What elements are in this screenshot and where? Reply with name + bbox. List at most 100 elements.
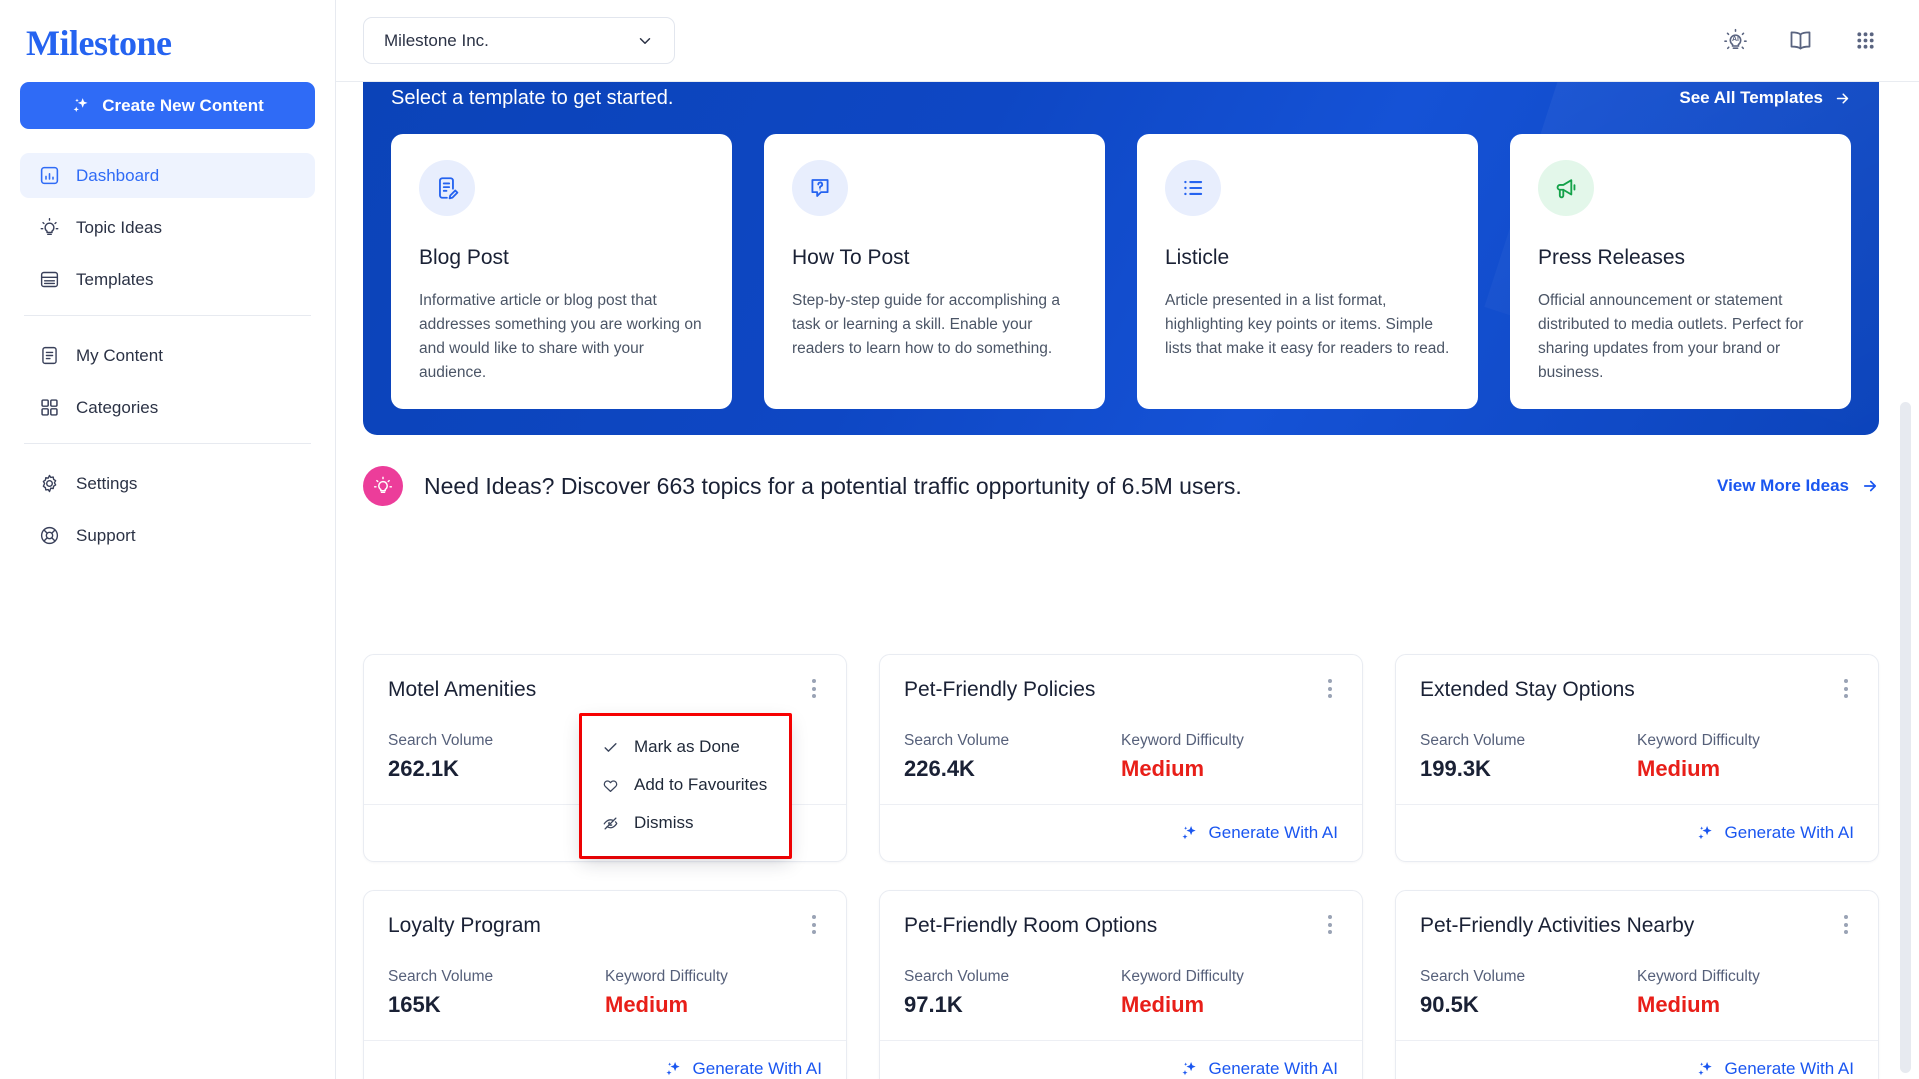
context-menu-item-mark-as-done[interactable]: Mark as Done xyxy=(582,728,789,766)
brand-logo: Milestone xyxy=(26,23,172,63)
generate-with-ai-button[interactable]: Generate With AI xyxy=(1180,823,1338,843)
idea-card-header: Loyalty Program xyxy=(388,913,822,938)
kebab-menu-icon[interactable] xyxy=(806,677,822,700)
view-more-ideas-label: View More Ideas xyxy=(1717,476,1849,495)
idea-card-title: Pet-Friendly Room Options xyxy=(904,914,1158,938)
template-card-blog-post[interactable]: Blog Post Informative article or blog po… xyxy=(391,134,732,410)
generate-with-ai-button[interactable]: Generate With AI xyxy=(664,1059,822,1079)
idea-card-stats: Search Volume 165K Keyword Difficulty Me… xyxy=(388,968,822,1018)
keyword-difficulty-value: Medium xyxy=(1121,992,1205,1018)
kebab-menu-icon[interactable] xyxy=(1322,913,1338,936)
lifebuoy-icon xyxy=(38,525,60,547)
sidebar-divider-1 xyxy=(24,315,311,316)
idea-card-stats: Search Volume 90.5K Keyword Difficulty M… xyxy=(1420,968,1854,1018)
keyword-difficulty-value: Medium xyxy=(605,992,689,1018)
sidebar-item-dashboard[interactable]: Dashboard xyxy=(20,153,315,198)
scroll-container: Select a template to get started. See Al… xyxy=(336,82,1919,1079)
keyword-difficulty-stat: Keyword Difficulty Medium xyxy=(605,968,822,1018)
ai-assist-icon[interactable]: AI xyxy=(1722,27,1749,54)
template-card-listicle[interactable]: Listicle Article presented in a list for… xyxy=(1137,134,1478,410)
idea-card-footer: Generate With AI xyxy=(1396,804,1878,861)
eye-off-icon xyxy=(602,815,619,832)
search-volume-label: Search Volume xyxy=(904,732,1010,750)
gear-icon xyxy=(38,473,60,495)
idea-card-title: Extended Stay Options xyxy=(1420,678,1635,701)
sidebar-item-label: Support xyxy=(76,525,136,545)
idea-card-body: Pet-Friendly Activities Nearby Search Vo… xyxy=(1396,891,1878,1040)
sidebar-item-settings[interactable]: Settings xyxy=(20,461,315,506)
idea-card-footer: Generate With AI xyxy=(364,1040,846,1079)
create-new-content-button[interactable]: Create New Content xyxy=(20,82,315,129)
idea-card[interactable]: Pet-Friendly Activities Nearby Search Vo… xyxy=(1395,890,1879,1079)
sidebar-item-label: Categories xyxy=(76,397,159,417)
context-menu-item-add-to-favourites[interactable]: Add to Favourites xyxy=(582,766,789,804)
bullet-list-icon xyxy=(1165,160,1221,216)
idea-card-footer: Generate With AI xyxy=(880,1040,1362,1079)
book-icon[interactable] xyxy=(1787,27,1814,54)
app-root: Milestone Create New Content Dashboard T… xyxy=(0,0,1919,1079)
view-more-ideas-link[interactable]: View More Ideas xyxy=(1717,476,1879,496)
svg-text:AI: AI xyxy=(1732,36,1739,43)
arrow-right-icon xyxy=(1834,90,1851,107)
kebab-menu-icon[interactable] xyxy=(806,913,822,936)
idea-card[interactable]: Pet-Friendly Room Options Search Volume … xyxy=(879,890,1363,1079)
idea-card[interactable]: Extended Stay Options Search Volume 199.… xyxy=(1395,654,1879,863)
generate-with-ai-label: Generate With AI xyxy=(1208,1059,1338,1079)
generate-with-ai-button[interactable]: Generate With AI xyxy=(1696,1059,1854,1079)
idea-card-stats: Search Volume 97.1K Keyword Difficulty M… xyxy=(904,968,1338,1018)
idea-card-header: Extended Stay Options xyxy=(1420,677,1854,702)
sidebar-item-label: Dashboard xyxy=(76,165,160,185)
idea-card-title: Pet-Friendly Policies xyxy=(904,678,1096,701)
keyword-difficulty-label: Keyword Difficulty xyxy=(1121,732,1244,750)
sidebar-nav: Dashboard Topic Ideas Templates My Conte… xyxy=(20,153,315,558)
see-all-templates-link[interactable]: See All Templates xyxy=(1679,88,1851,108)
sidebar-item-my-content[interactable]: My Content xyxy=(20,333,315,378)
apps-grid-icon[interactable] xyxy=(1852,27,1879,54)
idea-card-stats: Search Volume 199.3K Keyword Difficulty … xyxy=(1420,732,1854,782)
keyword-difficulty-stat: Keyword Difficulty Medium xyxy=(1637,968,1854,1018)
top-bar-actions: AI xyxy=(1722,27,1879,54)
sidebar-item-support[interactable]: Support xyxy=(20,513,315,558)
search-volume-label: Search Volume xyxy=(388,968,494,986)
generate-with-ai-button[interactable]: Generate With AI xyxy=(1696,823,1854,843)
idea-card-body: Loyalty Program Search Volume 165K Keywo… xyxy=(364,891,846,1040)
template-card-description: Official announcement or statement distr… xyxy=(1538,292,1804,382)
see-all-templates-label: See All Templates xyxy=(1679,88,1823,107)
question-bubble-icon xyxy=(792,160,848,216)
templates-banner: Select a template to get started. See Al… xyxy=(363,82,1879,435)
template-card-press-releases[interactable]: Press Releases Official announcement or … xyxy=(1510,134,1851,410)
organization-selector[interactable]: Milestone Inc. xyxy=(363,17,675,64)
kebab-menu-icon[interactable] xyxy=(1322,677,1338,700)
idea-card-footer: Generate With AI xyxy=(880,804,1362,861)
search-volume-value: 97.1K xyxy=(904,992,963,1018)
keyword-difficulty-stat: Keyword Difficulty Medium xyxy=(1121,732,1338,782)
create-new-content-label: Create New Content xyxy=(102,95,264,115)
keyword-difficulty-label: Keyword Difficulty xyxy=(605,968,728,986)
sidebar-item-templates[interactable]: Templates xyxy=(20,257,315,302)
kebab-menu-icon[interactable] xyxy=(1838,913,1854,936)
kebab-menu-icon[interactable] xyxy=(1838,677,1854,700)
idea-card-context-menu-wrapper: Mark as Done Add to Favourites Dismiss xyxy=(579,713,793,859)
idea-card[interactable]: Motel Amenities Search Volume 262.1K Key… xyxy=(363,654,847,863)
search-volume-value: 262.1K xyxy=(388,756,459,782)
sidebar: Milestone Create New Content Dashboard T… xyxy=(0,0,336,1079)
vertical-scrollbar[interactable] xyxy=(1900,402,1911,1073)
template-card-how-to-post[interactable]: How To Post Step-by-step guide for accom… xyxy=(764,134,1105,410)
keyword-difficulty-value: Medium xyxy=(1637,756,1721,782)
sparkle-icon xyxy=(1696,824,1715,843)
search-volume-value: 199.3K xyxy=(1420,756,1491,782)
context-menu-item-dismiss[interactable]: Dismiss xyxy=(582,804,789,842)
idea-card-header: Pet-Friendly Activities Nearby xyxy=(1420,913,1854,938)
template-card-list: Blog Post Informative article or blog po… xyxy=(391,134,1851,410)
top-bar: Milestone Inc. AI xyxy=(336,0,1919,82)
keyword-difficulty-stat: Keyword Difficulty Medium xyxy=(1637,732,1854,782)
sidebar-item-topic-ideas[interactable]: Topic Ideas xyxy=(20,205,315,250)
ideas-headline: Need Ideas? Discover 663 topics for a po… xyxy=(424,472,1242,499)
generate-with-ai-button[interactable]: Generate With AI xyxy=(1180,1059,1338,1079)
megaphone-icon xyxy=(1538,160,1594,216)
idea-card[interactable]: Loyalty Program Search Volume 165K Keywo… xyxy=(363,890,847,1079)
search-volume-stat: Search Volume 199.3K xyxy=(1420,732,1637,782)
idea-card[interactable]: Pet-Friendly Policies Search Volume 226.… xyxy=(879,654,1363,863)
sidebar-item-categories[interactable]: Categories xyxy=(20,385,315,430)
search-volume-stat: Search Volume 262.1K xyxy=(388,732,605,782)
